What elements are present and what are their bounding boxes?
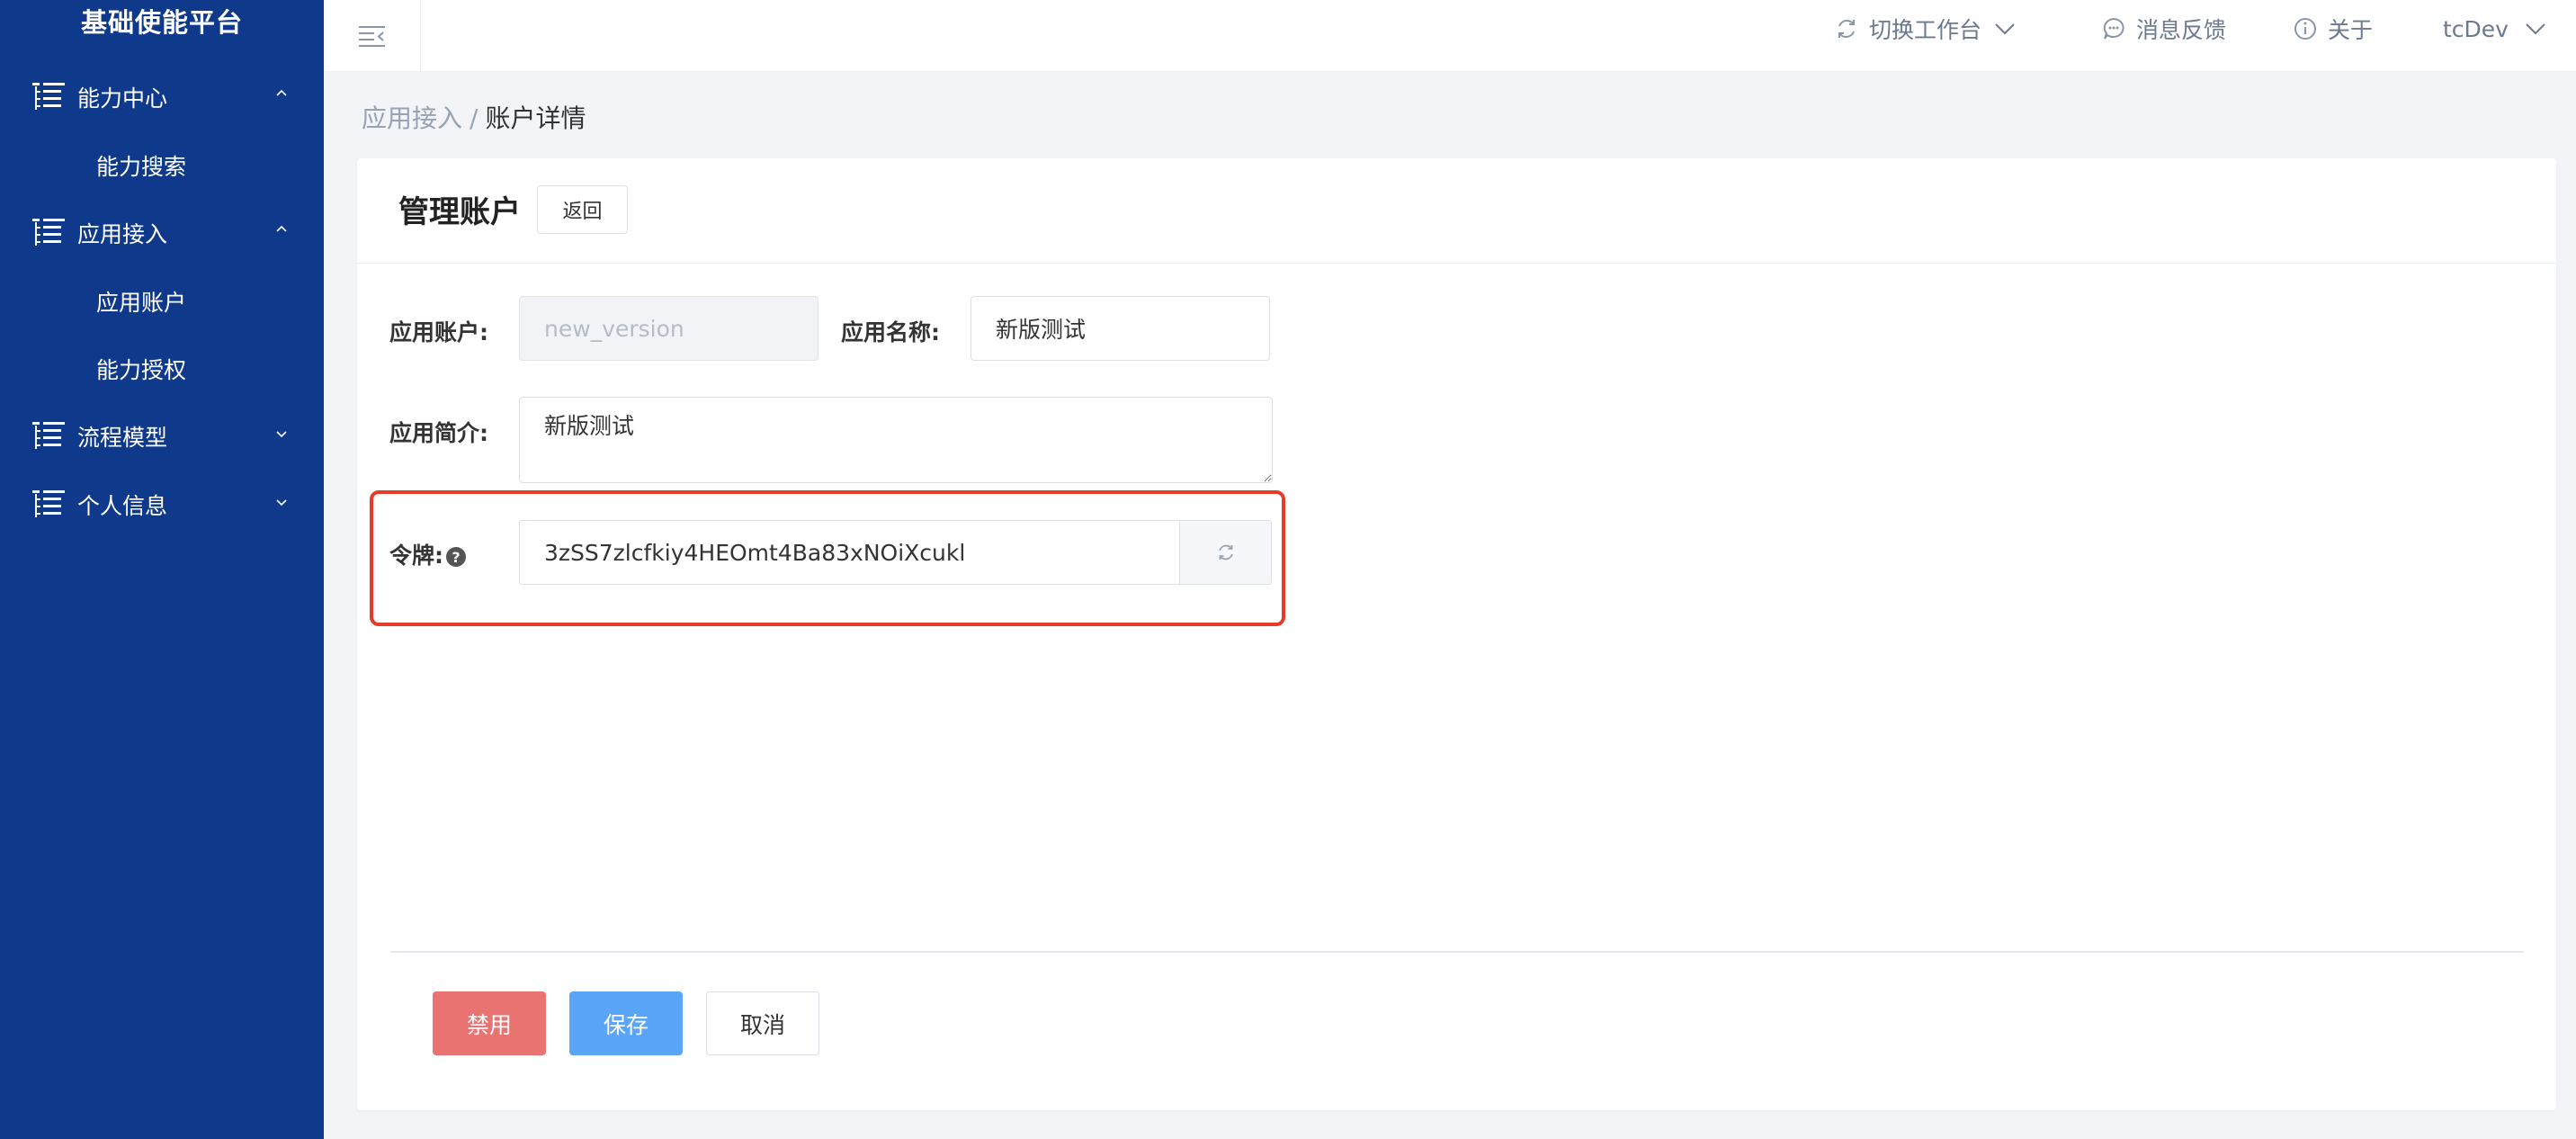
switch-workspace-dropdown[interactable]: 切换工作台 (1835, 0, 2026, 58)
cancel-button[interactable]: 取消 (706, 991, 819, 1055)
token-input-group (519, 520, 1272, 585)
breadcrumb-app-access[interactable]: 应用接入 (362, 103, 462, 133)
token-label-text: 令牌: (389, 543, 443, 569)
menu-fold-icon (358, 26, 385, 47)
info-icon (2294, 18, 2316, 40)
help-icon[interactable]: ? (446, 547, 466, 567)
card-header: 管理账户 返回 (357, 158, 2556, 264)
menu-label: 应用接入 (77, 221, 168, 247)
list-icon (32, 218, 65, 248)
submenu-label: 应用账户 (96, 289, 187, 316)
top-header: 切换工作台 消息反馈 关于 tcDev (324, 0, 2576, 72)
message-icon (2103, 17, 2124, 40)
submenu-item-app-account[interactable]: 应用账户 (0, 267, 324, 335)
username: tcDev (2443, 15, 2509, 42)
refresh-icon (1838, 20, 1855, 38)
submenu-label: 能力搜索 (96, 153, 187, 180)
menu-label: 流程模型 (77, 425, 168, 451)
list-icon (32, 82, 65, 112)
footer-divider (390, 951, 2524, 953)
save-button[interactable]: 保存 (569, 991, 683, 1055)
page-title: 管理账户 (398, 194, 521, 230)
chevron-up-icon (276, 89, 287, 96)
regenerate-token-button[interactable] (1179, 521, 1271, 584)
about-label: 关于 (2328, 17, 2374, 43)
chevron-down-icon (1995, 23, 2015, 35)
breadcrumb-current: 账户详情 (485, 103, 586, 133)
submenu-item-capability-search[interactable]: 能力搜索 (0, 131, 324, 199)
menu-label: 个人信息 (77, 493, 168, 519)
chevron-down-icon (276, 431, 287, 438)
menu-item-personal-info[interactable]: 个人信息 (0, 471, 324, 539)
account-input[interactable] (519, 296, 818, 361)
menu-item-app-access[interactable]: 应用接入 (0, 199, 324, 267)
refresh-icon (1218, 544, 1233, 561)
menu-item-capability-center[interactable]: 能力中心 (0, 63, 324, 131)
feedback-link[interactable]: 消息反馈 (2102, 0, 2226, 58)
sidebar-menu: 能力中心 能力搜索 应用接入 应用账户 能力授权 流程模型 个人信息 (0, 63, 324, 539)
sidebar: 基础使能平台 能力中心 能力搜索 应用接入 应用账户 能力授权 流程模型 个人信… (0, 0, 324, 1139)
brand-title: 基础使能平台 (80, 7, 243, 38)
chevron-down-icon (276, 499, 287, 507)
app-name-label: 应用名称: (841, 319, 940, 345)
breadcrumb-separator: / (470, 103, 479, 133)
account-label: 应用账户: (389, 319, 488, 345)
list-icon (32, 489, 65, 520)
submenu-item-capability-auth[interactable]: 能力授权 (0, 335, 324, 402)
chevron-down-icon (2526, 23, 2545, 35)
app-name-input[interactable] (970, 296, 1270, 361)
submenu-label: 能力授权 (96, 356, 187, 383)
user-menu-dropdown[interactable]: tcDev (2443, 0, 2557, 58)
app-intro-textarea[interactable]: 新版测试 (519, 397, 1273, 483)
collapse-menu-button[interactable] (324, 0, 421, 72)
feedback-label: 消息反馈 (2136, 17, 2227, 43)
menu-label: 能力中心 (77, 85, 168, 112)
about-link[interactable]: 关于 (2294, 0, 2373, 58)
token-label: 令牌:? (389, 538, 466, 570)
token-input[interactable] (520, 521, 1179, 584)
chevron-up-icon (276, 225, 287, 232)
disable-button[interactable]: 禁用 (433, 991, 546, 1055)
switch-workspace-label: 切换工作台 (1869, 17, 1982, 43)
menu-item-process-model[interactable]: 流程模型 (0, 402, 324, 471)
breadcrumb: 应用接入 / 账户详情 (362, 99, 586, 135)
app-intro-label: 应用简介: (389, 420, 488, 446)
back-button[interactable]: 返回 (537, 185, 628, 234)
list-icon (32, 421, 65, 452)
